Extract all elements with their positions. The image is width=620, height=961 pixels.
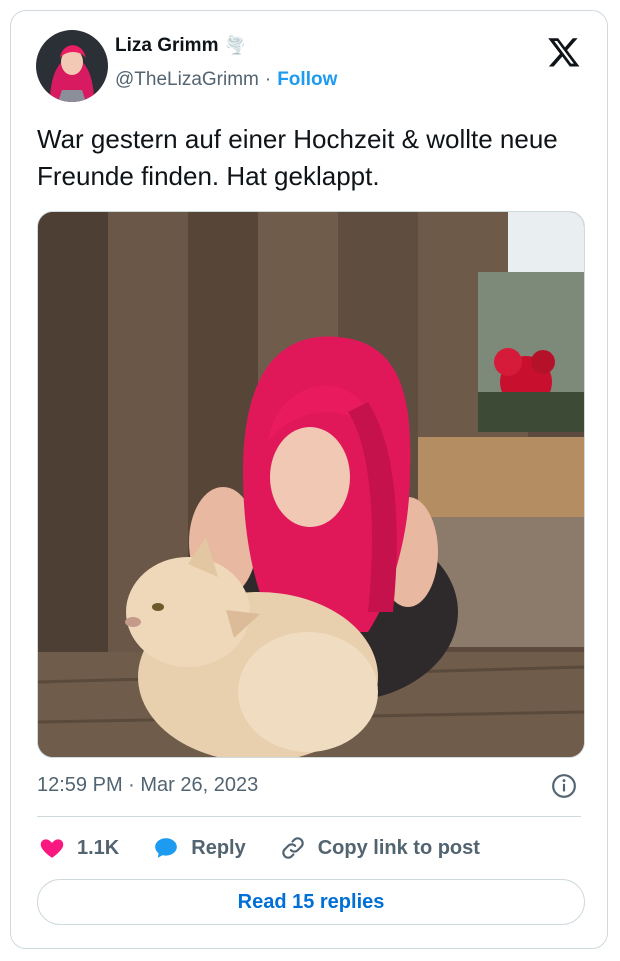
avatar[interactable]	[36, 30, 108, 102]
speech-bubble-icon	[153, 835, 179, 861]
author-handle-row: @TheLizaGrimm · Follow	[115, 69, 337, 91]
separator-dot: ·	[264, 69, 272, 90]
copy-link-label: Copy link to post	[317, 836, 480, 859]
like-button[interactable]: 1.1K	[39, 835, 119, 861]
x-logo-icon[interactable]	[547, 35, 581, 69]
author-name[interactable]: Liza Grimm	[115, 35, 218, 57]
reply-button[interactable]: Reply	[153, 835, 246, 861]
heart-icon	[39, 835, 65, 861]
tweet-timestamp[interactable]: 12:59 PM · Mar 26, 2023	[37, 774, 258, 797]
copy-link-button[interactable]: Copy link to post	[280, 835, 480, 861]
tweet-text: War gestern auf einer Hochzeit & wollte …	[37, 124, 558, 191]
like-count: 1.1K	[77, 836, 120, 859]
tornado-emoji: 🌪️	[224, 36, 246, 55]
follow-button[interactable]: Follow	[277, 69, 337, 91]
read-replies-button[interactable]: Read 15 replies	[37, 879, 585, 925]
author-handle[interactable]: @TheLizaGrimm	[115, 69, 259, 91]
author-name-row: Liza Grimm 🌪️	[115, 35, 246, 57]
action-bar: 1.1K Reply Copy link to post	[39, 833, 514, 863]
tweet-card: Liza Grimm 🌪️ @TheLizaGrimm · Follow War…	[10, 10, 608, 949]
reply-label: Reply	[191, 836, 246, 859]
link-icon	[280, 835, 306, 861]
divider	[37, 816, 581, 817]
tweet-photo[interactable]	[37, 211, 585, 758]
info-icon[interactable]	[551, 773, 577, 799]
